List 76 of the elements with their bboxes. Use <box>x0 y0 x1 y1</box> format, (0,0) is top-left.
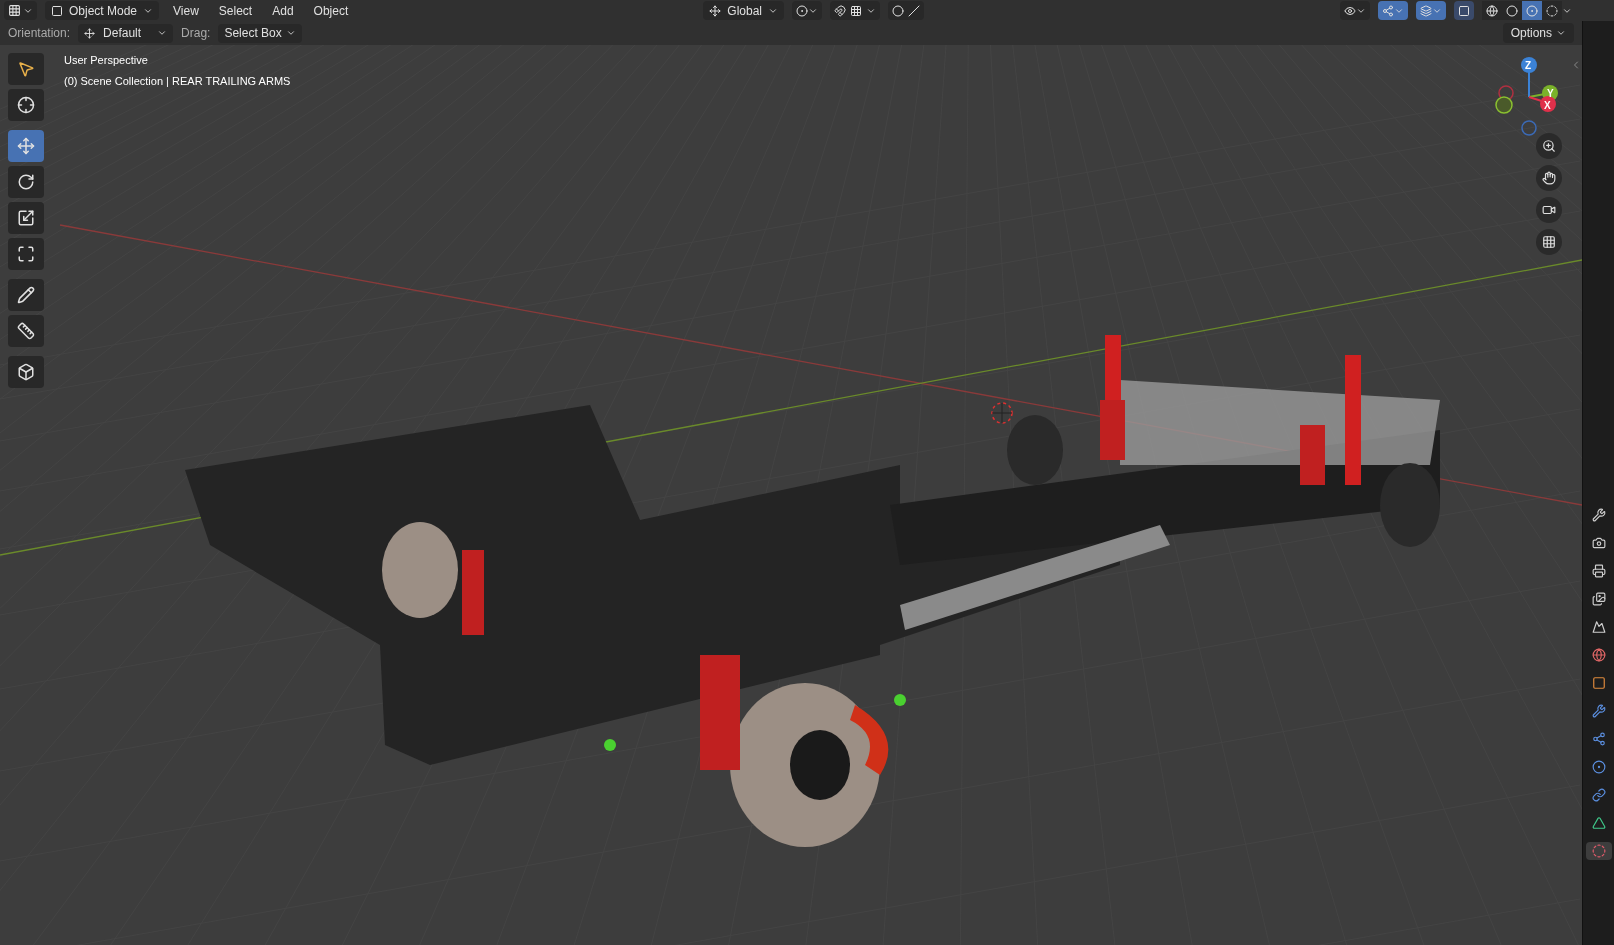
menu-item[interactable]: Add <box>266 1 300 20</box>
grid-icon[interactable] <box>1536 229 1562 255</box>
tool-button[interactable] <box>8 279 44 311</box>
shading-mode-button[interactable] <box>1502 1 1522 20</box>
x-axis-label: X <box>1544 99 1551 113</box>
transform-orientation-dropdown[interactable]: Global <box>703 1 784 20</box>
tool-button[interactable] <box>8 315 44 347</box>
cube-icon <box>51 4 63 17</box>
images-icon <box>1591 592 1606 606</box>
camera-icon[interactable] <box>1536 197 1562 223</box>
camera-icon <box>1591 536 1606 550</box>
3d-cursor-icon <box>991 402 1013 424</box>
drag-dropdown[interactable]: Select Box <box>218 23 302 43</box>
view-name-text: User Perspective <box>64 53 149 68</box>
menu-item[interactable]: Select <box>212 1 259 20</box>
caret-icon <box>285 28 296 38</box>
tool-button[interactable] <box>8 356 44 388</box>
menu-item[interactable]: View <box>167 1 205 20</box>
drag-label: Drag: <box>181 25 211 42</box>
printer-icon <box>1591 564 1606 578</box>
rotate-icon <box>17 173 35 191</box>
orbit-icon <box>1591 760 1606 774</box>
orientation-label: Orientation: <box>8 25 71 42</box>
axes-icon <box>84 27 96 39</box>
wrench-icon <box>1591 508 1606 522</box>
orientation-dropdown[interactable]: Default <box>78 23 174 43</box>
globe-icon <box>1591 648 1606 662</box>
overlays-icon <box>1420 4 1432 17</box>
caret-icon <box>1556 28 1566 38</box>
xray-button[interactable] <box>1454 1 1474 20</box>
circle-icon <box>892 4 904 17</box>
overlays-button[interactable] <box>1416 1 1446 20</box>
scale-icon <box>17 209 35 227</box>
visibility-button[interactable] <box>1340 1 1370 20</box>
solid-sphere-icon <box>1506 4 1518 17</box>
move-arrows-icon <box>17 137 35 155</box>
grid-icon <box>850 4 862 17</box>
transform-icon <box>17 245 35 263</box>
mode-dropdown[interactable]: Object Mode <box>45 1 160 20</box>
pivot-icon <box>796 4 808 17</box>
collection-text: (0) Scene Collection | REAR TRAILING ARMS <box>64 73 291 89</box>
zoom-icon[interactable] <box>1536 133 1562 159</box>
y-axis-label: Y <box>1547 87 1554 101</box>
shading-mode-button[interactable] <box>1482 1 1502 20</box>
menu-item[interactable]: Object <box>307 1 355 20</box>
snap-button[interactable] <box>830 1 880 20</box>
ruler-icon <box>17 322 35 340</box>
tool-button[interactable] <box>8 202 44 234</box>
proportional-edit-button[interactable] <box>888 1 924 20</box>
pivot-button[interactable] <box>792 1 822 20</box>
pencil-icon <box>17 286 35 304</box>
eye-icon <box>1344 4 1356 17</box>
mountain-icon <box>1591 620 1606 634</box>
tool-button[interactable] <box>8 238 44 270</box>
options-dropdown[interactable]: Options <box>1502 23 1574 43</box>
link-icon <box>1591 788 1606 802</box>
nodes-icon <box>1591 732 1606 746</box>
tool-button[interactable] <box>8 166 44 198</box>
wireframe-sphere-icon <box>1486 4 1498 17</box>
tool-button[interactable] <box>8 89 44 121</box>
axes-icon <box>709 4 722 17</box>
magnet-icon <box>834 4 846 17</box>
wrench-icon <box>1591 704 1606 718</box>
z-axis-label: Z <box>1525 59 1532 73</box>
cube-icon <box>17 363 35 381</box>
triangle-icon <box>1591 816 1606 830</box>
shading-mode-button[interactable] <box>1542 1 1562 20</box>
curve-icon <box>908 4 920 17</box>
cursor-arrow-icon <box>17 60 35 78</box>
editor-type-button[interactable] <box>4 1 37 20</box>
gizmo-button[interactable] <box>1378 1 1408 20</box>
hand-icon[interactable] <box>1536 165 1562 191</box>
crosshair-icon <box>17 96 35 114</box>
caret-icon <box>157 28 168 38</box>
tool-button[interactable] <box>8 53 44 85</box>
square-icon <box>1591 676 1606 690</box>
